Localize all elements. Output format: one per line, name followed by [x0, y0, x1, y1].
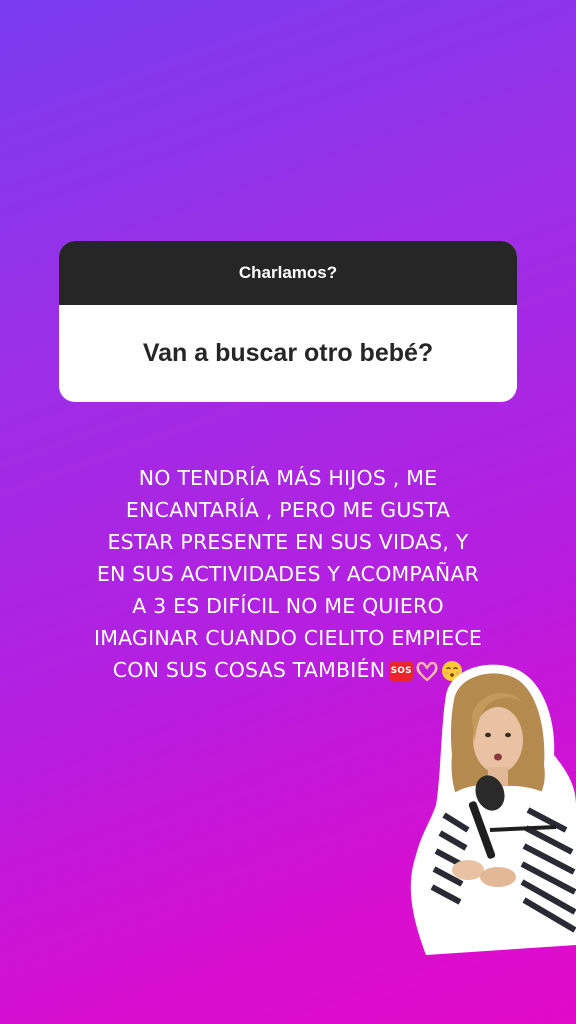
answer-line: A 3 ES DIFÍCIL NO ME QUIERO	[132, 594, 444, 618]
answer-line: ENCANTARÍA , PERO ME GUSTA	[125, 498, 451, 522]
person-cutout-sticker	[410, 664, 576, 955]
question-sticker[interactable]: Charlamos? Van a buscar otro bebé?	[59, 241, 517, 402]
question-sticker-header: Charlamos?	[59, 241, 517, 305]
answer-line: NO TENDRÍA MÁS HIJOS , ME	[138, 466, 438, 490]
question-text: Van a buscar otro bebé?	[142, 339, 434, 367]
answer-line: ESTAR PRESENTE EN SUS VIDAS, Y	[107, 530, 469, 554]
answer-text: NO TENDRÍA MÁS HIJOS , ME ENCANTARÍA , P…	[60, 462, 516, 686]
question-sticker-body: Van a buscar otro bebé?	[59, 305, 517, 402]
answer-line-text: CON SUS COSAS TAMBIÉN	[112, 658, 386, 682]
answer-line: IMAGINAR CUANDO CIELITO EMPIECE	[94, 626, 482, 650]
question-sticker-title: Charlamos?	[238, 263, 338, 282]
answer-line: EN SUS ACTIVIDADES Y ACOMPAÑAR	[96, 562, 480, 586]
